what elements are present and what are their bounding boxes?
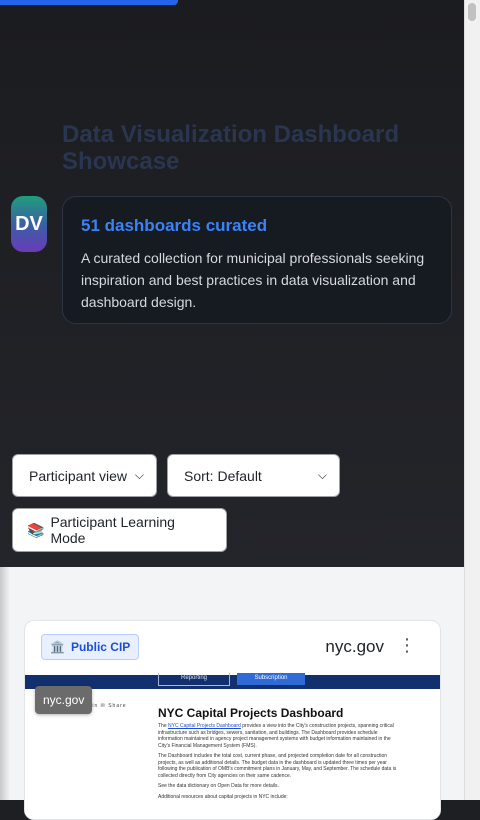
preview-tab-reporting: Reporting [158,673,230,686]
source-domain: nyc.gov [325,637,384,656]
view-select[interactable]: Participant view ⌵ [12,454,157,497]
intro-card: 51 dashboards curated A curated collecti… [62,196,452,324]
category-badge: 🏛️ Public CIP [41,634,140,660]
loading-progress-bar [0,0,178,5]
avatar-initials: DV [15,212,43,235]
view-select-value: Participant view [29,467,128,484]
preview-link: NYC Capital Projects Dashboard [168,723,241,729]
learning-mode-button[interactable]: 📚 Participant Learning Mode [12,508,227,552]
chevron-down-icon: ⌵ [134,468,144,482]
preview-title: NYC Capital Projects Dashboard [158,706,344,720]
learning-mode-label: Participant Learning Mode [50,514,175,546]
avatar: DV [11,196,47,252]
more-options-icon[interactable]: ⋮ [398,635,416,655]
sort-select[interactable]: Sort: Default ⌵ [167,454,340,497]
preview-body: The NYC Capital Projects Dashboard provi… [158,723,398,804]
chevron-down-icon: ⌵ [317,468,327,482]
sort-select-value: Sort: Default [184,467,262,484]
preview-paragraph: The NYC Capital Projects Dashboard provi… [158,723,394,749]
domain-tooltip: nyc.gov [35,686,93,714]
books-icon: 📚 [27,521,45,538]
page-title: Data Visualization Dashboard Showcase [62,121,399,175]
scrollbar-thumb[interactable] [468,3,476,21]
government-building-icon: 🏛️ [50,640,65,654]
preview-paragraph: Additional resources about capital proje… [158,793,288,800]
category-badge-label: Public CIP [70,640,131,654]
scrollbar[interactable] [464,0,480,800]
preview-paragraph: The Dashboard includes the total cost, c… [158,753,397,779]
intro-description: A curated collection for municipal profe… [81,250,425,310]
preview-tab-subscription: Subscription [237,673,305,685]
preview-paragraph: See the data dictionary on Open Data for… [158,783,279,789]
dashboard-card[interactable]: 🏛️ Public CIP nyc.gov ⋮ Reporting Subscr… [24,620,441,820]
dashboards-count-heading: 51 dashboards curated [81,216,268,235]
